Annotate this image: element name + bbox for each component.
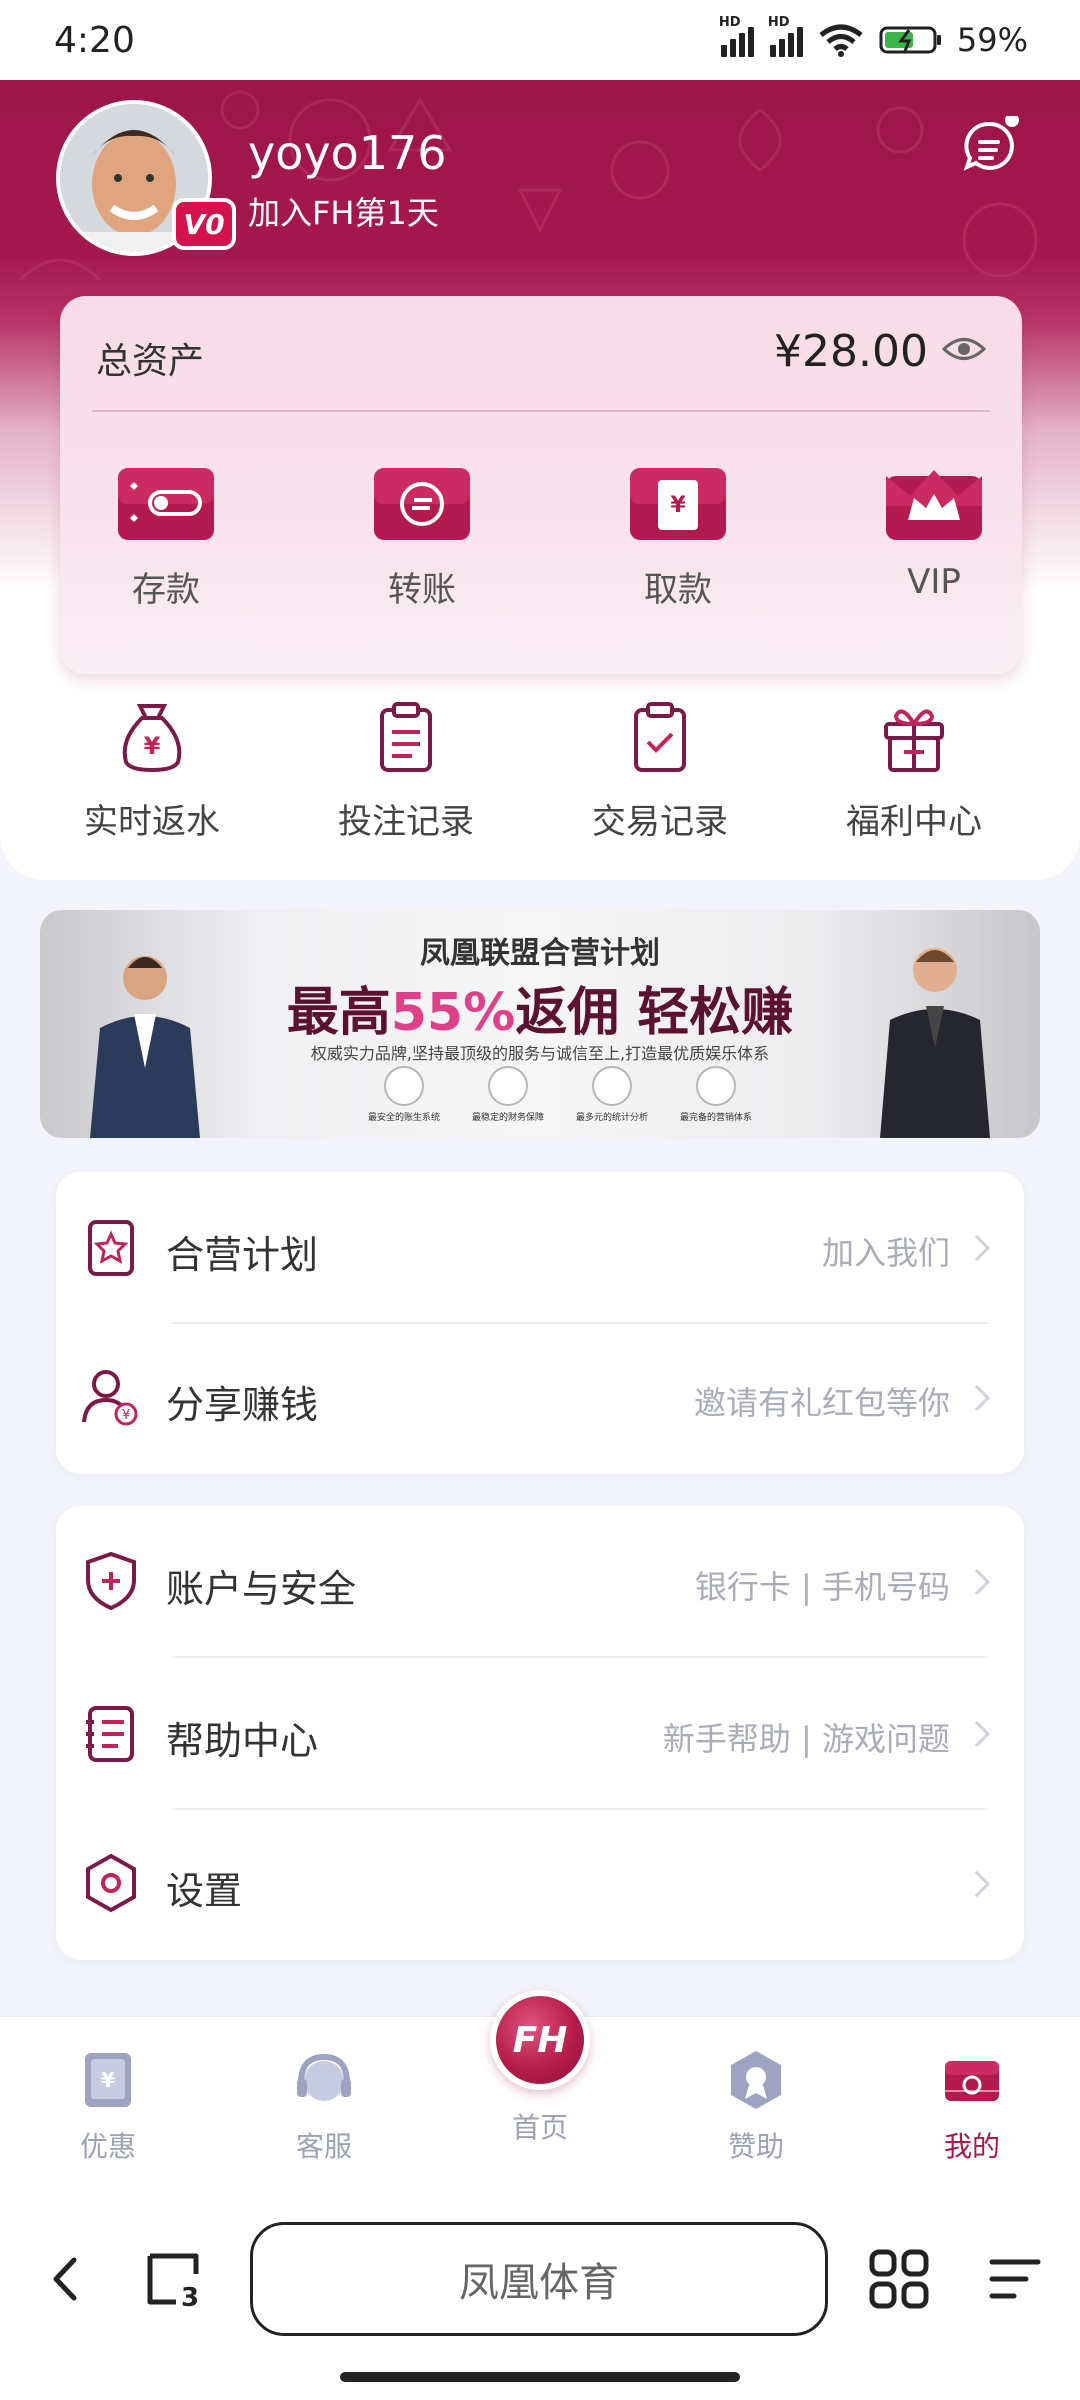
svg-text:¥: ¥: [144, 732, 161, 760]
join-days-text: 加入FH第1天: [248, 194, 439, 232]
apps-grid-icon[interactable]: [864, 2244, 934, 2314]
realtime-rebate-link[interactable]: ¥ 实时返水: [52, 700, 252, 843]
battery-icon: [879, 26, 941, 54]
back-arrow-icon[interactable]: [30, 2244, 100, 2314]
tab-sponsor[interactable]: 赞助: [686, 2047, 826, 2165]
wifi-icon: [819, 24, 863, 57]
gift-icon: [884, 709, 944, 772]
wallet-icon: [945, 2061, 999, 2101]
transaction-records-link[interactable]: 交易记录: [560, 700, 760, 843]
tabs-icon[interactable]: 3: [140, 2244, 210, 2314]
chevron-right-icon: [974, 1234, 991, 1262]
banner-feature: 最完备的营销体系: [672, 1066, 760, 1123]
message-icon[interactable]: [958, 116, 1022, 180]
vip-level-badge: V0: [172, 198, 236, 250]
battery-percent: 59%: [956, 21, 1028, 59]
menu-item-account-security[interactable]: 账户与安全 银行卡 | 手机号码: [56, 1506, 1024, 1658]
vip-button[interactable]: VIP: [874, 466, 994, 602]
divider: [92, 410, 990, 412]
crown-icon: [886, 470, 982, 540]
signal-icon: HD: [719, 15, 754, 57]
transfer-card-icon: [374, 468, 470, 540]
shield-plus-icon: [86, 1551, 136, 1611]
svg-text:¥: ¥: [122, 1408, 130, 1423]
menu-card-affiliate: 合营计划 加入我们 ¥ 分享赚钱 邀请有礼红包等你: [56, 1172, 1024, 1474]
chevron-right-icon: [974, 1568, 991, 1596]
user-money-icon: ¥: [82, 1370, 138, 1426]
eye-icon[interactable]: [942, 334, 986, 364]
withdraw-card-icon: ¥: [630, 468, 726, 540]
headset-icon: [297, 2053, 351, 2101]
browser-toolbar: 3 凤凰体育: [0, 2204, 1080, 2400]
home-indicator[interactable]: [340, 2372, 740, 2382]
svg-text:3: 3: [181, 2283, 199, 2313]
help-list-icon: [86, 1706, 134, 1762]
star-badge-icon: [88, 1220, 134, 1276]
deposit-button[interactable]: 存款: [106, 466, 226, 611]
banner-headline: 最高55%返佣 轻松赚: [286, 983, 794, 1043]
banner-feature: 最多元的统计分析: [568, 1066, 656, 1123]
menu-item-share-earn[interactable]: ¥ 分享赚钱 邀请有礼红包等你: [56, 1322, 1024, 1474]
status-bar: 4:20 HD HD 59%: [0, 0, 1080, 80]
total-assets-card: 总资产 ¥28.00 存款 转账 ¥ 取款 VIP: [60, 296, 1022, 674]
menu-icon[interactable]: [980, 2244, 1050, 2314]
fh-logo-icon: FH: [490, 1990, 590, 2090]
banner-features: 最安全的账生系统 最稳定的财务保障 最多元的统计分析 最完备的营销体系: [360, 1066, 760, 1123]
chevron-right-icon: [974, 1720, 991, 1748]
menu-card-account: 账户与安全 银行卡 | 手机号码 帮助中心 新手帮助 | 游戏问题 设置: [56, 1506, 1024, 1960]
tab-promotions[interactable]: ¥ 优惠: [38, 2047, 178, 2165]
tab-customer-service[interactable]: 客服: [254, 2047, 394, 2165]
address-bar[interactable]: 凤凰体育: [250, 2222, 828, 2336]
chevron-right-icon: [974, 1870, 991, 1898]
affiliate-banner[interactable]: 凤凰联盟合营计划 最高55%返佣 轻松赚 权威实力品牌,坚持最顶级的服务与诚信至…: [40, 910, 1040, 1138]
status-time: 4:20: [54, 19, 135, 61]
menu-item-affiliate-plan[interactable]: 合营计划 加入我们: [56, 1172, 1024, 1324]
status-icons: HD HD 59%: [719, 15, 1028, 59]
menu-item-help-center[interactable]: 帮助中心 新手帮助 | 游戏问题: [56, 1658, 1024, 1810]
signal-icon: HD: [768, 15, 803, 57]
tab-mine[interactable]: 我的: [902, 2047, 1042, 2165]
clipboard-check-icon: [634, 702, 686, 772]
banner-subtitle: 权威实力品牌,坚持最顶级的服务与诚信至上,打造最优质娱乐体系: [310, 1044, 770, 1063]
bet-records-link[interactable]: 投注记录: [306, 700, 506, 843]
withdraw-button[interactable]: ¥ 取款: [618, 466, 738, 611]
svg-text:¥: ¥: [101, 2068, 115, 2092]
banner-title: 凤凰联盟合营计划: [420, 936, 660, 971]
clipboard-list-icon: [380, 702, 432, 772]
svg-text:¥: ¥: [670, 493, 686, 518]
banner-feature: 最稳定的财务保障: [464, 1066, 552, 1123]
menu-item-settings[interactable]: 设置: [56, 1808, 1024, 1960]
transfer-button[interactable]: 转账: [362, 466, 482, 611]
username: yoyo176: [248, 126, 447, 180]
banner-feature: 最安全的账生系统: [360, 1066, 448, 1123]
total-assets-amount: ¥28.00: [774, 326, 928, 377]
total-assets-label: 总资产: [96, 341, 205, 382]
chevron-right-icon: [974, 1384, 991, 1412]
sponsor-icon: [731, 2051, 781, 2109]
money-bag-icon: ¥: [122, 704, 182, 773]
deposit-card-icon: [118, 468, 214, 540]
discount-icon: ¥: [85, 2053, 131, 2107]
welfare-center-link[interactable]: 福利中心: [814, 700, 1014, 843]
hexagon-settings-icon: [86, 1853, 136, 1913]
tab-home[interactable]: FH 首页: [470, 1990, 610, 2146]
